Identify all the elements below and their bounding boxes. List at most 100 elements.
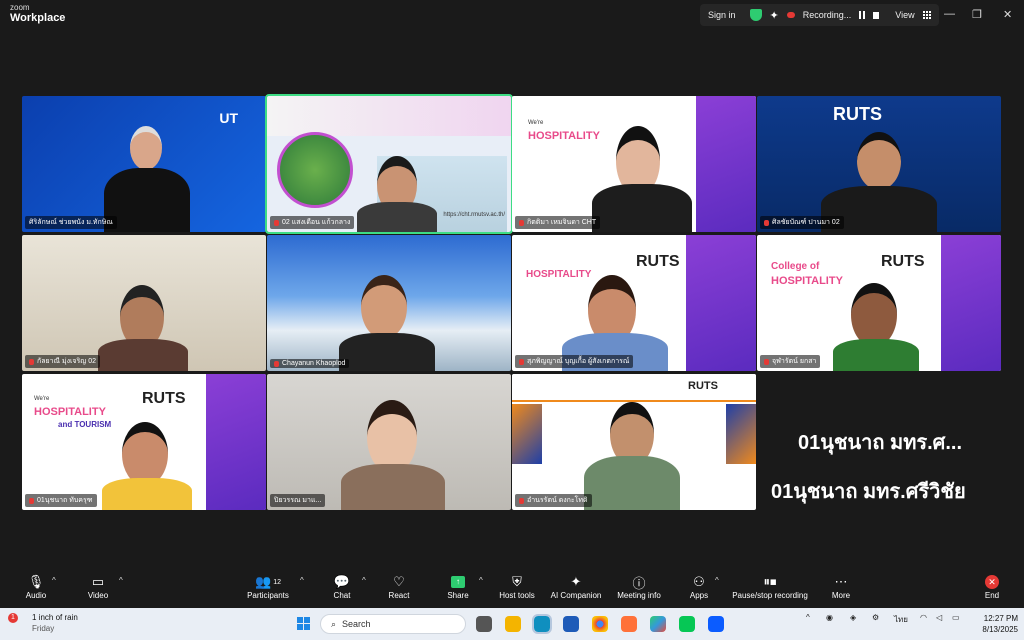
weather-badge: 1 bbox=[8, 613, 18, 623]
mic-muted-icon bbox=[29, 497, 34, 504]
participant-name-label: จุฬารัตน์ ยกสา bbox=[760, 355, 821, 368]
pause-recording-icon[interactable] bbox=[859, 11, 866, 19]
meeting-info-button[interactable]: ⓘ Meeting info bbox=[614, 573, 664, 601]
minimize-icon[interactable]: — bbox=[944, 8, 955, 20]
pause-stop-recording-icon: ⏸⏹ bbox=[763, 574, 777, 589]
grid-view-icon[interactable] bbox=[922, 11, 931, 19]
volume-icon[interactable]: ◁ bbox=[936, 613, 942, 622]
tray-app-icon[interactable]: ◉ bbox=[826, 613, 833, 622]
ruts-logo: RUTS bbox=[142, 390, 186, 407]
end-button[interactable]: ✕ End bbox=[980, 573, 1004, 600]
end-call-icon: ✕ bbox=[985, 575, 999, 589]
tray-settings-icon[interactable]: ⚙ bbox=[872, 613, 879, 622]
close-icon[interactable]: ✕ bbox=[1003, 8, 1012, 21]
video-tile[interactable]: We're HOSPITALITY กิตติมา เหมจินดา CHT bbox=[512, 96, 756, 232]
video-tile[interactable]: RUTS อำนรรัตน์ ดงกะโทดิ bbox=[512, 374, 756, 510]
audio-button[interactable]: 🎙 Audio bbox=[22, 573, 50, 600]
video-tile[interactable]: RUTS College of HOSPITALITY จุฬารัตน์ ยก… bbox=[757, 235, 1001, 371]
info-icon: ⓘ bbox=[632, 575, 646, 591]
view-button[interactable]: View bbox=[895, 10, 914, 20]
video-button[interactable]: ▭ Video bbox=[84, 573, 112, 600]
share-options-chevron-icon[interactable]: ^ bbox=[479, 576, 483, 585]
apps-options-chevron-icon[interactable]: ^ bbox=[715, 576, 719, 585]
wifi-icon[interactable]: ◠ bbox=[920, 613, 927, 622]
participant-name-label: กิตติมา เหมจินดา CHT bbox=[515, 216, 601, 229]
chat-options-chevron-icon[interactable]: ^ bbox=[362, 576, 366, 585]
meeting-toolbar: 🎙 Audio ^ ▭ Video ^ 👥 12 Participants ^ 💬… bbox=[0, 570, 1024, 608]
video-tile-active-speaker[interactable]: https://cht.rmutsv.ac.th/ 02 แสงเดือน แก… bbox=[265, 94, 513, 234]
brand-small: zoom bbox=[10, 3, 30, 12]
participant-name-label: สุภพิญญาณ์ บุญเกื้อ ผู้สังเกตการณ์ bbox=[515, 355, 634, 368]
apps-button[interactable]: ⚇ Apps bbox=[686, 573, 712, 600]
stop-recording-icon[interactable] bbox=[873, 11, 880, 19]
show-hidden-icons-chevron-icon[interactable]: ^ bbox=[806, 613, 810, 622]
pause-stop-recording-button[interactable]: ⏸⏹ Pause/stop recording bbox=[728, 573, 812, 600]
battery-icon[interactable]: ▭ bbox=[952, 613, 960, 622]
copilot-icon[interactable] bbox=[650, 616, 666, 632]
more-icon: ⋯ bbox=[834, 574, 848, 589]
mic-muted-icon bbox=[519, 497, 524, 504]
host-tools-button[interactable]: ⛨ Host tools bbox=[497, 573, 537, 600]
chrome-icon[interactable] bbox=[592, 616, 608, 632]
ruts-logo: RUTS bbox=[881, 253, 925, 270]
participants-count: 12 bbox=[273, 578, 281, 586]
chat-button[interactable]: 💬 Chat bbox=[330, 573, 354, 600]
shield-icon: ⛨ bbox=[512, 574, 522, 589]
url-text: https://cht.rmutsv.ac.th/ bbox=[443, 212, 505, 218]
participants-button[interactable]: 👥 12 Participants bbox=[245, 573, 291, 600]
participant-name-label: Chayanun Khaoplod bbox=[270, 359, 350, 368]
participant-name-label: 01นุชนาถ มทร.ศรีวิชัย bbox=[771, 481, 966, 503]
windows-start-icon[interactable] bbox=[297, 617, 310, 630]
weather-day: Friday bbox=[32, 624, 55, 633]
chat-icon: 💬 bbox=[333, 574, 351, 589]
heart-icon: ♡ bbox=[393, 574, 405, 589]
store-icon[interactable] bbox=[563, 616, 579, 632]
ai-sparkle-icon[interactable]: ✦ bbox=[770, 9, 779, 22]
restore-icon[interactable]: ❐ bbox=[972, 8, 982, 21]
video-tile[interactable]: Chayanun Khaoplod bbox=[267, 235, 511, 371]
participants-options-chevron-icon[interactable]: ^ bbox=[300, 576, 304, 585]
video-tile[interactable]: RUTS HOSPITALITY สุภพิญญาณ์ บุญเกื้อ ผู้… bbox=[512, 235, 756, 371]
university-logo: UT bbox=[219, 110, 238, 126]
file-explorer-icon[interactable] bbox=[505, 616, 521, 632]
more-button[interactable]: ⋯ More bbox=[828, 573, 854, 600]
zoom-app-icon[interactable] bbox=[708, 616, 724, 632]
weather-widget[interactable]: 1 1 inch of rain Friday bbox=[8, 612, 78, 634]
microphone-icon: 🎙 bbox=[27, 574, 45, 589]
video-tile[interactable]: กัลยาณี มุ่งเจริญ 02 bbox=[22, 235, 266, 371]
mic-muted-icon bbox=[764, 358, 769, 365]
video-tile[interactable]: ปิยวรรณ มาแ... bbox=[267, 374, 511, 510]
ruts-logo: RUTS bbox=[636, 253, 680, 270]
video-options-chevron-icon[interactable]: ^ bbox=[119, 576, 123, 585]
meeting-status-bar: Sign in ✦ Recording... View bbox=[700, 4, 939, 26]
zoom-logo: zoom Workplace bbox=[10, 4, 65, 24]
share-screen-icon: ↑ bbox=[451, 576, 465, 588]
share-button[interactable]: ↑ Share bbox=[444, 573, 472, 600]
video-tile[interactable]: RUTS ศิลชัยบัณฑ์ ปานมา 02 bbox=[757, 96, 1001, 232]
line-icon[interactable] bbox=[679, 616, 695, 632]
brand-large: Workplace bbox=[10, 12, 66, 24]
mic-muted-icon bbox=[764, 219, 769, 226]
tray-network-app-icon[interactable]: ◈ bbox=[850, 613, 856, 622]
language-indicator[interactable]: ไทย bbox=[894, 613, 908, 626]
mic-muted-icon bbox=[519, 358, 524, 365]
task-view-icon[interactable] bbox=[476, 616, 492, 632]
edge-browser-icon[interactable] bbox=[532, 614, 552, 634]
participant-name-label: 02 แสงเดือน แก้วกลาง bbox=[270, 216, 355, 229]
apps-icon: ⚇ bbox=[693, 574, 705, 589]
recording-cloud-icon bbox=[786, 12, 795, 18]
ai-companion-button[interactable]: ✦ AI Companion bbox=[548, 573, 604, 600]
audio-options-chevron-icon[interactable]: ^ bbox=[52, 576, 56, 585]
participant-display-name: 01นุชนาถ มทร.ศ... bbox=[797, 432, 963, 454]
taskbar-clock[interactable]: 12:27 PM 8/13/2025 bbox=[966, 613, 1018, 635]
video-tile[interactable]: We're HOSPITALITY and TOURISM RUTS 01นุช… bbox=[22, 374, 266, 510]
weather-temp: 1 inch of rain bbox=[32, 613, 78, 622]
encryption-shield-icon[interactable] bbox=[749, 9, 762, 21]
video-tile-camera-off[interactable]: 01นุชนาถ มทร.ศ... 01นุชนาถ มทร.ศรีวิชัย bbox=[758, 374, 1002, 510]
react-button[interactable]: ♡ React bbox=[386, 573, 412, 600]
sign-in-button[interactable]: Sign in bbox=[708, 10, 742, 20]
taskbar-search[interactable]: ⌕ Search bbox=[320, 614, 466, 634]
firefox-icon[interactable] bbox=[621, 616, 637, 632]
search-icon: ⌕ bbox=[331, 618, 337, 629]
video-tile[interactable]: UT ศิริลักษณ์ ช่วยพนัง ม.ทักษิณ bbox=[22, 96, 266, 232]
